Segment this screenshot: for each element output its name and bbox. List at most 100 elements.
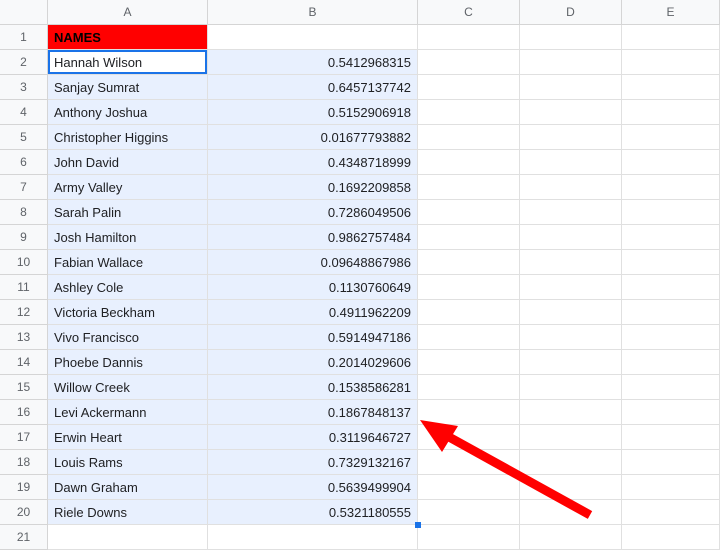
cell[interactable]: Army Valley bbox=[48, 175, 208, 200]
cell[interactable]: 0.9862757484 bbox=[208, 225, 418, 250]
cell[interactable] bbox=[418, 225, 520, 250]
row-header[interactable]: 8 bbox=[0, 200, 48, 225]
cell[interactable] bbox=[418, 125, 520, 150]
cell[interactable] bbox=[418, 525, 520, 550]
cell[interactable]: 0.1538586281 bbox=[208, 375, 418, 400]
col-header-D[interactable]: D bbox=[520, 0, 622, 25]
cell[interactable] bbox=[520, 325, 622, 350]
row-header[interactable]: 5 bbox=[0, 125, 48, 150]
row-header[interactable]: 13 bbox=[0, 325, 48, 350]
row-header[interactable]: 4 bbox=[0, 100, 48, 125]
row-header[interactable]: 9 bbox=[0, 225, 48, 250]
row-header[interactable]: 16 bbox=[0, 400, 48, 425]
cell[interactable] bbox=[418, 450, 520, 475]
cell[interactable] bbox=[520, 125, 622, 150]
cell[interactable]: John David bbox=[48, 150, 208, 175]
select-all-corner[interactable] bbox=[0, 0, 48, 25]
cell[interactable]: Josh Hamilton bbox=[48, 225, 208, 250]
cell[interactable] bbox=[520, 150, 622, 175]
cell[interactable]: Christopher Higgins bbox=[48, 125, 208, 150]
cell[interactable] bbox=[520, 375, 622, 400]
cell[interactable]: 0.1867848137 bbox=[208, 400, 418, 425]
cell[interactable] bbox=[48, 525, 208, 550]
cell[interactable] bbox=[208, 525, 418, 550]
cell[interactable] bbox=[520, 225, 622, 250]
cell[interactable] bbox=[520, 275, 622, 300]
row-header[interactable]: 6 bbox=[0, 150, 48, 175]
cell[interactable]: Sarah Palin bbox=[48, 200, 208, 225]
cell[interactable] bbox=[418, 75, 520, 100]
cell[interactable]: Ashley Cole bbox=[48, 275, 208, 300]
cell[interactable]: 0.5412968315 bbox=[208, 50, 418, 75]
cell[interactable]: 0.7286049506 bbox=[208, 200, 418, 225]
cell[interactable] bbox=[520, 300, 622, 325]
cell[interactable] bbox=[418, 325, 520, 350]
row-header[interactable]: 2 bbox=[0, 50, 48, 75]
cell[interactable] bbox=[418, 475, 520, 500]
cell-A1-header[interactable]: NAMES bbox=[48, 25, 208, 50]
cell[interactable] bbox=[622, 500, 720, 525]
cell[interactable] bbox=[418, 50, 520, 75]
cell[interactable]: 0.3119646727 bbox=[208, 425, 418, 450]
cell[interactable] bbox=[622, 25, 720, 50]
cell[interactable]: Louis Rams bbox=[48, 450, 208, 475]
row-header[interactable]: 14 bbox=[0, 350, 48, 375]
col-header-E[interactable]: E bbox=[622, 0, 720, 25]
cell[interactable] bbox=[418, 25, 520, 50]
cell[interactable] bbox=[622, 350, 720, 375]
row-header[interactable]: 19 bbox=[0, 475, 48, 500]
cell[interactable] bbox=[622, 100, 720, 125]
spreadsheet-grid[interactable]: A B C D E 1 NAMES 2 Hannah Wilson 0.5412… bbox=[0, 0, 720, 550]
cell[interactable] bbox=[622, 300, 720, 325]
cell[interactable]: Levi Ackermann bbox=[48, 400, 208, 425]
cell[interactable] bbox=[622, 200, 720, 225]
cell[interactable] bbox=[520, 75, 622, 100]
cell[interactable] bbox=[520, 500, 622, 525]
cell[interactable] bbox=[520, 200, 622, 225]
cell[interactable]: 0.6457137742 bbox=[208, 75, 418, 100]
cell[interactable] bbox=[622, 125, 720, 150]
col-header-C[interactable]: C bbox=[418, 0, 520, 25]
cell[interactable] bbox=[418, 425, 520, 450]
row-header[interactable]: 7 bbox=[0, 175, 48, 200]
cell[interactable] bbox=[622, 400, 720, 425]
cell[interactable]: 0.5639499904 bbox=[208, 475, 418, 500]
cell[interactable]: Fabian Wallace bbox=[48, 250, 208, 275]
cell[interactable] bbox=[622, 450, 720, 475]
cell[interactable]: Phoebe Dannis bbox=[48, 350, 208, 375]
cell[interactable] bbox=[622, 275, 720, 300]
cell[interactable] bbox=[520, 250, 622, 275]
cell[interactable]: Riele Downs bbox=[48, 500, 208, 525]
cell[interactable]: Dawn Graham bbox=[48, 475, 208, 500]
cell[interactable] bbox=[520, 50, 622, 75]
cell[interactable] bbox=[418, 275, 520, 300]
cell[interactable] bbox=[418, 300, 520, 325]
row-header[interactable]: 18 bbox=[0, 450, 48, 475]
cell[interactable] bbox=[622, 525, 720, 550]
cell[interactable] bbox=[622, 50, 720, 75]
cell[interactable]: 0.1130760649 bbox=[208, 275, 418, 300]
cell[interactable]: 0.5914947186 bbox=[208, 325, 418, 350]
cell[interactable]: 0.7329132167 bbox=[208, 450, 418, 475]
col-header-A[interactable]: A bbox=[48, 0, 208, 25]
row-header[interactable]: 12 bbox=[0, 300, 48, 325]
cell[interactable]: 0.5321180555 bbox=[208, 500, 418, 525]
cell[interactable]: 0.09648867986 bbox=[208, 250, 418, 275]
cell[interactable] bbox=[622, 425, 720, 450]
cell[interactable] bbox=[520, 25, 622, 50]
cell[interactable] bbox=[622, 175, 720, 200]
cell[interactable] bbox=[418, 175, 520, 200]
row-header[interactable]: 15 bbox=[0, 375, 48, 400]
row-header[interactable]: 3 bbox=[0, 75, 48, 100]
cell[interactable]: 0.4348718999 bbox=[208, 150, 418, 175]
cell[interactable] bbox=[208, 25, 418, 50]
cell[interactable] bbox=[622, 475, 720, 500]
cell[interactable] bbox=[622, 225, 720, 250]
cell[interactable] bbox=[418, 500, 520, 525]
cell[interactable] bbox=[520, 350, 622, 375]
cell[interactable]: Sanjay Sumrat bbox=[48, 75, 208, 100]
cell[interactable]: 0.1692209858 bbox=[208, 175, 418, 200]
cell-A2-active[interactable]: Hannah Wilson bbox=[48, 50, 208, 75]
cell[interactable] bbox=[418, 100, 520, 125]
cell[interactable]: 0.5152906918 bbox=[208, 100, 418, 125]
